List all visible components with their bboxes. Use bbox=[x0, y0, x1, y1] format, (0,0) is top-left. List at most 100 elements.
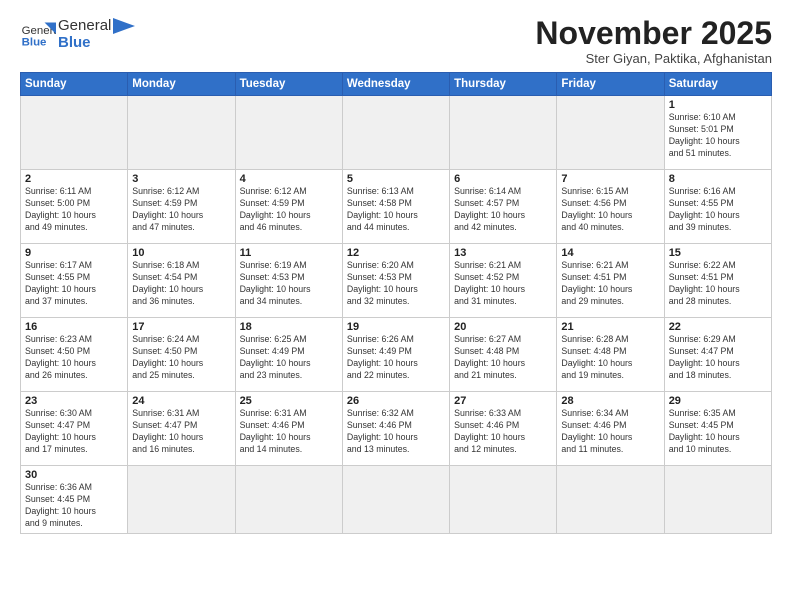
title-block: November 2025 Ster Giyan, Paktika, Afgha… bbox=[535, 16, 772, 66]
day-22: 22 Sunrise: 6:29 AMSunset: 4:47 PMDaylig… bbox=[664, 318, 771, 392]
header-friday: Friday bbox=[557, 73, 664, 96]
day-17: 17 Sunrise: 6:24 AMSunset: 4:50 PMDaylig… bbox=[128, 318, 235, 392]
day-19: 19 Sunrise: 6:26 AMSunset: 4:49 PMDaylig… bbox=[342, 318, 449, 392]
day-number: 29 bbox=[669, 395, 767, 407]
day-23: 23 Sunrise: 6:30 AMSunset: 4:47 PMDaylig… bbox=[21, 392, 128, 466]
day-info: Sunrise: 6:15 AMSunset: 4:56 PMDaylight:… bbox=[561, 186, 659, 234]
day-number: 10 bbox=[132, 247, 230, 259]
day-info: Sunrise: 6:28 AMSunset: 4:48 PMDaylight:… bbox=[561, 334, 659, 382]
logo-blue: Blue bbox=[58, 34, 111, 51]
day-3: 3 Sunrise: 6:12 AMSunset: 4:59 PMDayligh… bbox=[128, 170, 235, 244]
day-number: 13 bbox=[454, 247, 552, 259]
day-4: 4 Sunrise: 6:12 AMSunset: 4:59 PMDayligh… bbox=[235, 170, 342, 244]
day-number: 5 bbox=[347, 173, 445, 185]
day-7: 7 Sunrise: 6:15 AMSunset: 4:56 PMDayligh… bbox=[557, 170, 664, 244]
day-info: Sunrise: 6:11 AMSunset: 5:00 PMDaylight:… bbox=[25, 186, 123, 234]
calendar-table: Sunday Monday Tuesday Wednesday Thursday… bbox=[20, 72, 772, 534]
svg-text:Blue: Blue bbox=[22, 36, 47, 48]
day-info: Sunrise: 6:12 AMSunset: 4:59 PMDaylight:… bbox=[240, 186, 338, 234]
day-number: 8 bbox=[669, 173, 767, 185]
header-sunday: Sunday bbox=[21, 73, 128, 96]
day-info: Sunrise: 6:31 AMSunset: 4:46 PMDaylight:… bbox=[240, 408, 338, 456]
day-21: 21 Sunrise: 6:28 AMSunset: 4:48 PMDaylig… bbox=[557, 318, 664, 392]
day-info: Sunrise: 6:17 AMSunset: 4:55 PMDaylight:… bbox=[25, 260, 123, 308]
day-info: Sunrise: 6:19 AMSunset: 4:53 PMDaylight:… bbox=[240, 260, 338, 308]
day-13: 13 Sunrise: 6:21 AMSunset: 4:52 PMDaylig… bbox=[450, 244, 557, 318]
day-18: 18 Sunrise: 6:25 AMSunset: 4:49 PMDaylig… bbox=[235, 318, 342, 392]
day-26: 26 Sunrise: 6:32 AMSunset: 4:46 PMDaylig… bbox=[342, 392, 449, 466]
header-tuesday: Tuesday bbox=[235, 73, 342, 96]
day-info: Sunrise: 6:13 AMSunset: 4:58 PMDaylight:… bbox=[347, 186, 445, 234]
day-29: 29 Sunrise: 6:35 AMSunset: 4:45 PMDaylig… bbox=[664, 392, 771, 466]
empty-cell bbox=[235, 96, 342, 170]
day-number: 2 bbox=[25, 173, 123, 185]
day-info: Sunrise: 6:10 AMSunset: 5:01 PMDaylight:… bbox=[669, 112, 767, 160]
day-number: 7 bbox=[561, 173, 659, 185]
day-9: 9 Sunrise: 6:17 AMSunset: 4:55 PMDayligh… bbox=[21, 244, 128, 318]
day-number: 25 bbox=[240, 395, 338, 407]
day-2: 2 Sunrise: 6:11 AMSunset: 5:00 PMDayligh… bbox=[21, 170, 128, 244]
day-info: Sunrise: 6:16 AMSunset: 4:55 PMDaylight:… bbox=[669, 186, 767, 234]
day-info: Sunrise: 6:20 AMSunset: 4:53 PMDaylight:… bbox=[347, 260, 445, 308]
day-number: 28 bbox=[561, 395, 659, 407]
day-24: 24 Sunrise: 6:31 AMSunset: 4:47 PMDaylig… bbox=[128, 392, 235, 466]
day-info: Sunrise: 6:35 AMSunset: 4:45 PMDaylight:… bbox=[669, 408, 767, 456]
day-info: Sunrise: 6:30 AMSunset: 4:47 PMDaylight:… bbox=[25, 408, 123, 456]
day-number: 21 bbox=[561, 321, 659, 333]
day-15: 15 Sunrise: 6:22 AMSunset: 4:51 PMDaylig… bbox=[664, 244, 771, 318]
logo: General Blue General Blue bbox=[20, 16, 135, 52]
empty-cell bbox=[235, 466, 342, 534]
day-info: Sunrise: 6:29 AMSunset: 4:47 PMDaylight:… bbox=[669, 334, 767, 382]
day-info: Sunrise: 6:26 AMSunset: 4:49 PMDaylight:… bbox=[347, 334, 445, 382]
day-info: Sunrise: 6:27 AMSunset: 4:48 PMDaylight:… bbox=[454, 334, 552, 382]
day-16: 16 Sunrise: 6:23 AMSunset: 4:50 PMDaylig… bbox=[21, 318, 128, 392]
day-28: 28 Sunrise: 6:34 AMSunset: 4:46 PMDaylig… bbox=[557, 392, 664, 466]
day-number: 17 bbox=[132, 321, 230, 333]
empty-cell bbox=[128, 466, 235, 534]
day-info: Sunrise: 6:14 AMSunset: 4:57 PMDaylight:… bbox=[454, 186, 552, 234]
day-30: 30 Sunrise: 6:36 AMSunset: 4:45 PMDaylig… bbox=[21, 466, 128, 534]
day-number: 18 bbox=[240, 321, 338, 333]
day-info: Sunrise: 6:25 AMSunset: 4:49 PMDaylight:… bbox=[240, 334, 338, 382]
day-number: 27 bbox=[454, 395, 552, 407]
empty-cell bbox=[342, 466, 449, 534]
day-5: 5 Sunrise: 6:13 AMSunset: 4:58 PMDayligh… bbox=[342, 170, 449, 244]
day-info: Sunrise: 6:24 AMSunset: 4:50 PMDaylight:… bbox=[132, 334, 230, 382]
calendar-row-3: 9 Sunrise: 6:17 AMSunset: 4:55 PMDayligh… bbox=[21, 244, 772, 318]
day-info: Sunrise: 6:18 AMSunset: 4:54 PMDaylight:… bbox=[132, 260, 230, 308]
day-info: Sunrise: 6:32 AMSunset: 4:46 PMDaylight:… bbox=[347, 408, 445, 456]
day-27: 27 Sunrise: 6:33 AMSunset: 4:46 PMDaylig… bbox=[450, 392, 557, 466]
day-number: 23 bbox=[25, 395, 123, 407]
flag-icon bbox=[113, 18, 135, 46]
empty-cell bbox=[664, 466, 771, 534]
day-info: Sunrise: 6:23 AMSunset: 4:50 PMDaylight:… bbox=[25, 334, 123, 382]
day-info: Sunrise: 6:36 AMSunset: 4:45 PMDaylight:… bbox=[25, 482, 123, 530]
empty-cell bbox=[450, 96, 557, 170]
day-number: 30 bbox=[25, 469, 123, 481]
empty-cell bbox=[342, 96, 449, 170]
day-11: 11 Sunrise: 6:19 AMSunset: 4:53 PMDaylig… bbox=[235, 244, 342, 318]
day-number: 16 bbox=[25, 321, 123, 333]
empty-cell bbox=[557, 466, 664, 534]
day-number: 20 bbox=[454, 321, 552, 333]
header-thursday: Thursday bbox=[450, 73, 557, 96]
day-1: 1 Sunrise: 6:10 AMSunset: 5:01 PMDayligh… bbox=[664, 96, 771, 170]
header-row: General Blue General Blue November 2025 … bbox=[20, 16, 772, 66]
day-number: 1 bbox=[669, 99, 767, 111]
calendar-row-2: 2 Sunrise: 6:11 AMSunset: 5:00 PMDayligh… bbox=[21, 170, 772, 244]
empty-cell bbox=[128, 96, 235, 170]
day-info: Sunrise: 6:34 AMSunset: 4:46 PMDaylight:… bbox=[561, 408, 659, 456]
day-number: 6 bbox=[454, 173, 552, 185]
header-saturday: Saturday bbox=[664, 73, 771, 96]
header-wednesday: Wednesday bbox=[342, 73, 449, 96]
day-number: 11 bbox=[240, 247, 338, 259]
day-6: 6 Sunrise: 6:14 AMSunset: 4:57 PMDayligh… bbox=[450, 170, 557, 244]
day-12: 12 Sunrise: 6:20 AMSunset: 4:53 PMDaylig… bbox=[342, 244, 449, 318]
day-number: 14 bbox=[561, 247, 659, 259]
day-number: 3 bbox=[132, 173, 230, 185]
page: General Blue General Blue November 2025 … bbox=[0, 0, 792, 612]
day-number: 26 bbox=[347, 395, 445, 407]
empty-cell bbox=[557, 96, 664, 170]
calendar-row-4: 16 Sunrise: 6:23 AMSunset: 4:50 PMDaylig… bbox=[21, 318, 772, 392]
day-number: 12 bbox=[347, 247, 445, 259]
